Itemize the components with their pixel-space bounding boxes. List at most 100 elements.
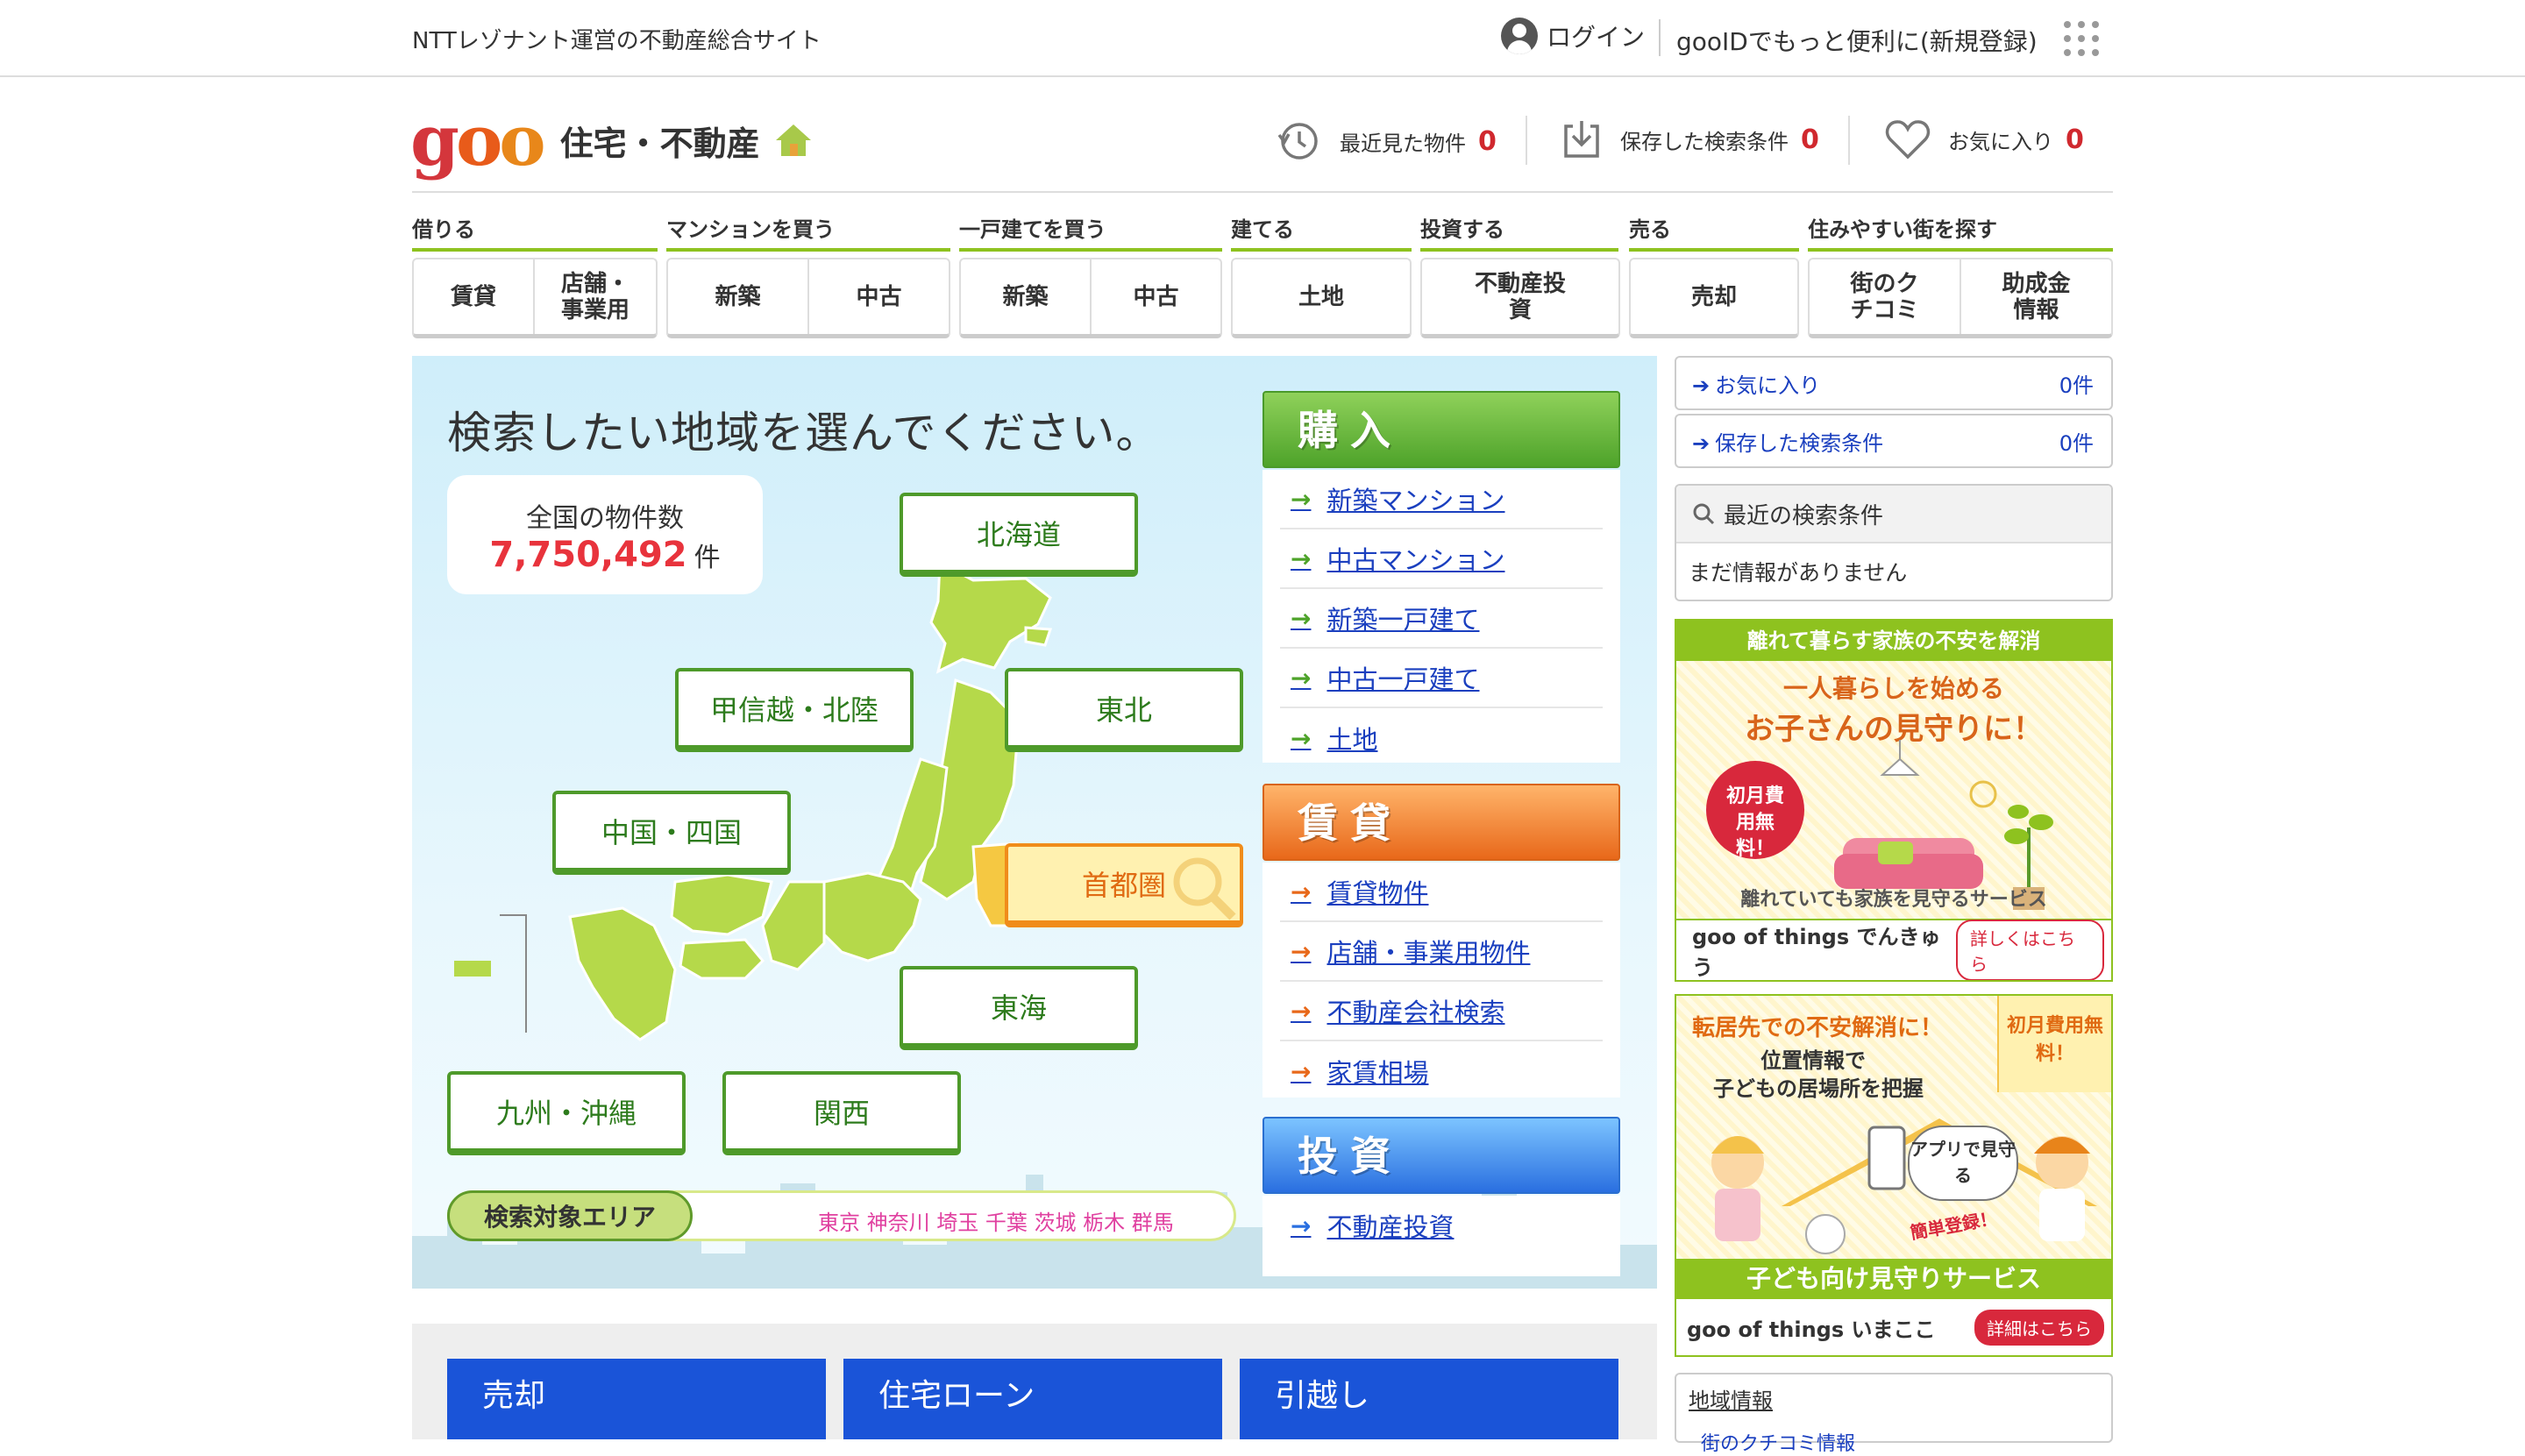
search-icon: [1693, 503, 1715, 525]
moving-tile[interactable]: 引越し: [1240, 1359, 1618, 1439]
nav-mansion-used-button[interactable]: 中古: [807, 259, 949, 334]
divider: [1848, 116, 1850, 165]
investment-link[interactable]: → 不動産投資: [1280, 1196, 1603, 1255]
site-logo[interactable]: goo 住宅・不動産: [410, 99, 814, 181]
rental-list: → 賃貸物件 → 店舗・事業用物件 → 不動産会社検索 → 家賃相場: [1262, 863, 1620, 1097]
banner2-cta[interactable]: 詳細はこちら: [1974, 1309, 2104, 1346]
arrow-right-icon: →: [1291, 996, 1312, 1026]
nav-store-button[interactable]: 店舗・事業用: [533, 259, 656, 334]
purchase-link[interactable]: → 中古マンション: [1280, 529, 1603, 589]
region-info-box: 地域情報 街のクチコミ情報: [1675, 1373, 2113, 1455]
nav-category-town: 住みやすい街を探す: [1808, 212, 2113, 252]
rental-link[interactable]: → 不動産会社検索: [1280, 982, 1603, 1041]
nav-category-build: 建てる: [1231, 212, 1412, 252]
purchase-link[interactable]: → 土地: [1280, 708, 1603, 768]
nav-house-used-button[interactable]: 中古: [1090, 259, 1220, 334]
banner2-sub: 子ども向け見守りサービス: [1676, 1259, 2111, 1299]
arrow-right-icon: ➔: [1692, 373, 1711, 398]
nav-town-button[interactable]: 街のクチコミ: [1810, 259, 1960, 334]
login-link[interactable]: ログイン: [1501, 18, 1645, 54]
divider: [1526, 116, 1527, 165]
region-kansai-button[interactable]: 関西: [722, 1071, 961, 1155]
sidebar-saved-search-button[interactable]: ➔ 保存した検索条件 0件: [1675, 414, 2113, 468]
login-label: ログイン: [1547, 23, 1646, 52]
nav-category-mansion: マンションを買う: [666, 212, 950, 252]
sidebar-favorites-button[interactable]: ➔ お気に入り 0件: [1675, 356, 2113, 410]
banner1-cta[interactable]: 詳しくはこちら: [1955, 920, 2104, 980]
recent-search-box: 最近の検索条件 まだ情報がありません: [1675, 484, 2113, 601]
region-hokkaido-button[interactable]: 北海道: [900, 493, 1138, 577]
nav-invest-button[interactable]: 不動産投資: [1420, 258, 1620, 338]
saved-search-link[interactable]: 保存した検索条件 0: [1562, 119, 1819, 160]
monitoring-banner-1[interactable]: 離れて暮らす家族の不安を解消 一人暮らしを始める お子さんの見守りに！ 初月費用…: [1675, 619, 2113, 982]
search-area-list: 東京 神奈川 埼玉 千葉 茨城 栃木 群馬: [818, 1211, 1174, 1235]
region-tohoku-button[interactable]: 東北: [1005, 668, 1243, 752]
region-kyushu-button[interactable]: 九州・沖縄: [447, 1071, 686, 1155]
arrow-right-icon: →: [1291, 936, 1312, 966]
nav-subsidy-button[interactable]: 助成金情報: [1960, 259, 2111, 334]
banner2-badge: 初月費用無料！: [1997, 996, 2111, 1092]
rental-link[interactable]: → 賃貸物件: [1280, 863, 1603, 922]
purchase-link[interactable]: → 新築一戸建て: [1280, 589, 1603, 649]
purchase-link[interactable]: → 新築マンション: [1280, 470, 1603, 529]
recent-viewed-link[interactable]: 最近見た物件 0: [1277, 119, 1497, 163]
register-link[interactable]: gooIDでもっと便利に(新規登録): [1676, 23, 2038, 58]
nav-category-rent: 借りる: [412, 212, 658, 252]
region-chugoku-button[interactable]: 中国・四国: [552, 791, 791, 875]
nav-category-house: 一戸建てを買う: [959, 212, 1222, 252]
region-info-sub[interactable]: 街のクチコミ情報: [1689, 1428, 2099, 1456]
arrow-right-icon: ➔: [1692, 430, 1711, 456]
banner2-line3: 子どもの居場所を把握: [1713, 1076, 1924, 1101]
nav-group-house: 新築 中古: [959, 258, 1222, 338]
nav-rent-button[interactable]: 賃貸: [414, 259, 533, 334]
region-koshinetsu-button[interactable]: 甲信越・北陸: [675, 668, 914, 752]
rental-heading: 賃貸: [1262, 784, 1620, 861]
nav-mansion-new-button[interactable]: 新築: [668, 259, 807, 334]
arrow-right-icon: →: [1291, 723, 1312, 753]
nav-house-new-button[interactable]: 新築: [961, 259, 1090, 334]
divider: [1659, 19, 1661, 56]
history-icon: [1277, 123, 1318, 160]
site-tagline: NTTレゾナント運営の不動産総合サイト: [412, 28, 822, 54]
favorites-link[interactable]: お気に入り 0: [1885, 119, 2084, 160]
region-shutoken-label: 首都圏: [1081, 869, 1166, 902]
region-shutoken-button[interactable]: 首都圏: [1005, 843, 1243, 927]
sell-tile[interactable]: 売却: [447, 1359, 826, 1439]
home-icon: [772, 121, 814, 163]
child-illustration: [1711, 1119, 2097, 1254]
banner2-footer: goo of things いまここ 詳細はこちら: [1676, 1299, 2111, 1355]
nav-group-rent: 賃貸 店舗・事業用: [412, 258, 658, 338]
heart-icon: [1885, 120, 1931, 160]
goo-logo: goo: [410, 99, 546, 181]
banner1-top: 離れて暮らす家族の不安を解消: [1676, 621, 2111, 661]
arrow-right-icon: →: [1291, 484, 1312, 514]
service-name: 住宅・不動産: [559, 124, 760, 163]
rental-link[interactable]: → 家賃相場: [1280, 1041, 1603, 1101]
purchase-heading: 購入: [1262, 391, 1620, 468]
header-divider: [412, 191, 2113, 193]
banner2-bubble: アプリで見守る: [1908, 1126, 2018, 1201]
banner1-badge: 初月費用無料！: [1706, 761, 1804, 860]
nav-land-button[interactable]: 土地: [1231, 258, 1412, 338]
investment-heading: 投資: [1262, 1117, 1620, 1194]
mortgage-tile[interactable]: 住宅ローン: [843, 1359, 1222, 1439]
banner1-brand: goo of things でんきゅう: [1692, 925, 1941, 980]
region-info-title[interactable]: 地域情報: [1689, 1383, 2099, 1414]
apps-grid-icon[interactable]: [2064, 21, 2099, 56]
top-bar: NTTレゾナント運営の不動産総合サイト ログイン gooIDでもっと便利に(新規…: [0, 0, 2525, 77]
bottom-services: 売却 住宅ローン 引越し: [412, 1324, 1657, 1439]
monitoring-banner-2[interactable]: 転居先での不安解消に！ 位置情報で 子どもの居場所を把握 初月費用無料！ アプリ…: [1675, 994, 2113, 1357]
purchase-link[interactable]: → 中古一戸建て: [1280, 649, 1603, 708]
nav-sell-label: 売却: [1690, 283, 1737, 310]
rental-link[interactable]: → 店舗・事業用物件: [1280, 922, 1603, 982]
search-area-label: 検索対象エリア: [447, 1190, 693, 1241]
region-tokai-button[interactable]: 東海: [900, 966, 1138, 1050]
nav-group-town: 街のクチコミ 助成金情報: [1808, 258, 2113, 338]
banner1-sub: 離れていても家族を見守るサービス: [1740, 889, 2047, 911]
nav-sell-button[interactable]: 売却: [1629, 258, 1799, 338]
magnifier-icon: [1173, 857, 1236, 920]
user-avatar-icon: [1501, 18, 1538, 54]
purchase-list: → 新築マンション → 中古マンション → 新築一戸建て → 中古一戸建て → 土地: [1262, 470, 1620, 763]
banner1-line1: 一人暮らしを始める: [1782, 674, 2004, 703]
nav-invest-label: 不動産投資: [1475, 270, 1567, 323]
